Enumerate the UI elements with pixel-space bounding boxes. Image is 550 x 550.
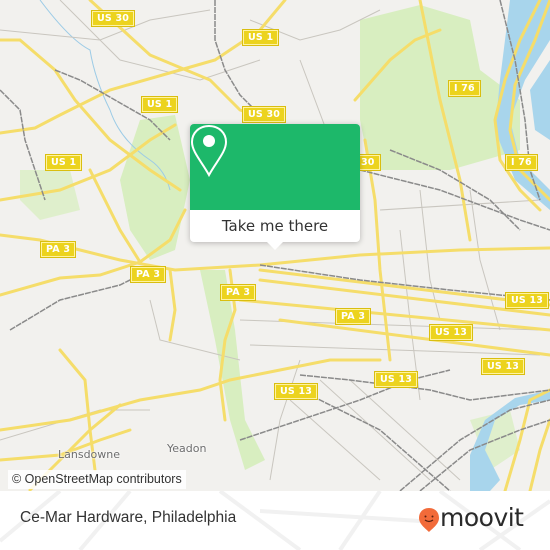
route-shield: PA 3 [334, 308, 372, 325]
route-shield: I 76 [505, 154, 538, 171]
destination-popup[interactable]: Take me there [190, 124, 360, 250]
route-shield: PA 3 [129, 266, 167, 283]
route-shield: US 13 [480, 358, 526, 375]
moovit-pin-icon [419, 508, 439, 532]
route-shield: US 13 [373, 371, 419, 388]
place-label-lansdowne: Lansdowne [58, 448, 121, 461]
route-shield: US 13 [428, 324, 474, 341]
route-shield: US 30 [90, 10, 136, 27]
footer-bar: Ce-Mar Hardware, Philadelphia moovit [0, 491, 550, 550]
route-shield: US 1 [140, 96, 179, 113]
popup-header [190, 124, 360, 210]
location-pin-icon [190, 124, 228, 178]
route-shield: US 1 [241, 29, 280, 46]
take-me-there-button[interactable]: Take me there [190, 210, 360, 242]
route-shield: US 30 [241, 106, 287, 123]
reservoir [530, 60, 550, 140]
place-name: Ce-Mar Hardware, Philadelphia [20, 509, 237, 526]
route-shield: PA 3 [39, 241, 77, 258]
route-shield: PA 3 [219, 284, 257, 301]
route-shield: US 13 [504, 292, 550, 309]
place-label-yeadon: Yeadon [167, 442, 207, 455]
route-shield: US 1 [44, 154, 83, 171]
moovit-wordmark: moovit [440, 503, 524, 532]
popup-pointer [266, 241, 284, 250]
map-attribution[interactable]: © OpenStreetMap contributors [8, 470, 186, 489]
route-shield: US 13 [273, 383, 319, 400]
map-view[interactable]: US 30 US 1 US 1 US 1 US 30 30 I 76 I 76 … [0, 0, 550, 491]
route-shield: I 76 [448, 80, 481, 97]
